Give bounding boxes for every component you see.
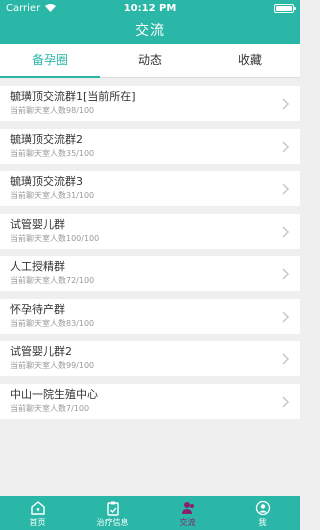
bottom-tab-label: 交流 bbox=[179, 518, 196, 527]
room-name: 中山一院生殖中心 bbox=[10, 387, 98, 401]
tab-bar: 备孕圈 动态 收藏 bbox=[0, 44, 300, 78]
list-item[interactable]: 试管婴儿群 当前聊天室人数100/100 bbox=[0, 213, 300, 249]
bottom-tab-label: 首页 bbox=[29, 518, 46, 527]
page-title: 交流 bbox=[135, 23, 165, 39]
chevron-right-icon bbox=[282, 98, 290, 110]
chevron-right-icon bbox=[282, 183, 290, 195]
chevron-right-icon bbox=[282, 225, 290, 238]
room-name: 试管婴儿群2 bbox=[10, 345, 72, 358]
bottom-tab-me[interactable]: 我 bbox=[225, 496, 300, 530]
chat-icon bbox=[181, 502, 194, 514]
room-name: 人工授精群 bbox=[10, 260, 65, 273]
battery-icon bbox=[274, 3, 296, 13]
room-count: 当前聊天室人数35/100 bbox=[10, 148, 95, 158]
room-count: 当前聊天室人数98/100 bbox=[10, 106, 95, 115]
list-item[interactable]: 中山一院生殖中心 当前聊天室人数7/100 bbox=[0, 383, 300, 419]
list-item[interactable]: 怀孕待产群 当前聊天室人数83/100 bbox=[0, 298, 300, 334]
list-item[interactable]: 毓璜顶交流群3 当前聊天室人数31/100 bbox=[0, 171, 300, 206]
room-count: 当前聊天室人数83/100 bbox=[10, 318, 95, 328]
room-name: 试管婴儿群 bbox=[10, 217, 65, 231]
bottom-tab-label: 治疗信息 bbox=[96, 518, 129, 527]
user-icon bbox=[255, 500, 270, 516]
room-count: 当前聊天室人数72/100 bbox=[10, 276, 95, 285]
chevron-right-icon bbox=[282, 395, 290, 408]
room-name: 毓璜顶交流群2 bbox=[10, 132, 83, 146]
home-icon bbox=[30, 501, 45, 515]
tab-dongtai[interactable]: 动态 bbox=[100, 44, 200, 77]
bottom-tab-treatment[interactable]: 治疗信息 bbox=[75, 496, 150, 530]
chatroom-list: 毓璜顶交流群1[当前所在] 当前聊天室人数98/100 毓璜顶交流群2 当前聊天… bbox=[0, 86, 300, 426]
chevron-right-icon bbox=[282, 310, 290, 323]
status-time: 10:12 PM bbox=[123, 2, 177, 14]
bottom-tab-bar: 首页 治疗信息 交流 我 bbox=[0, 496, 300, 530]
room-name: 怀孕待产群 bbox=[10, 302, 65, 316]
room-name: 毓璜顶交流群1[当前所在] bbox=[10, 90, 136, 103]
tab-beiyunquan[interactable]: 备孕圈 bbox=[0, 44, 100, 78]
room-name: 毓璜顶交流群3 bbox=[10, 175, 83, 188]
list-item[interactable]: 人工授精群 当前聊天室人数72/100 bbox=[0, 256, 300, 291]
list-item[interactable]: 毓璜顶交流群2 当前聊天室人数35/100 bbox=[0, 128, 300, 164]
room-count: 当前聊天室人数31/100 bbox=[10, 191, 95, 200]
chevron-right-icon bbox=[282, 268, 290, 280]
room-count: 当前聊天室人数7/100 bbox=[10, 403, 90, 413]
room-count: 当前聊天室人数99/100 bbox=[10, 361, 95, 370]
chevron-right-icon bbox=[282, 353, 290, 365]
header: Carrier 10:12 PM 交流 bbox=[0, 0, 300, 44]
bottom-tab-home[interactable]: 首页 bbox=[0, 496, 75, 530]
list-item[interactable]: 试管婴儿群2 当前聊天室人数99/100 bbox=[0, 341, 300, 376]
room-count: 当前聊天室人数100/100 bbox=[10, 233, 100, 243]
chevron-right-icon bbox=[282, 140, 290, 153]
list-item[interactable]: 毓璜顶交流群1[当前所在] 当前聊天室人数98/100 bbox=[0, 86, 300, 121]
bottom-tab-label: 我 bbox=[258, 518, 267, 527]
clipboard-icon bbox=[106, 501, 119, 516]
status-bar: Carrier 10:12 PM bbox=[0, 0, 300, 16]
tab-shoucang[interactable]: 收藏 bbox=[200, 44, 300, 77]
bottom-tab-chat[interactable]: 交流 bbox=[150, 496, 225, 530]
